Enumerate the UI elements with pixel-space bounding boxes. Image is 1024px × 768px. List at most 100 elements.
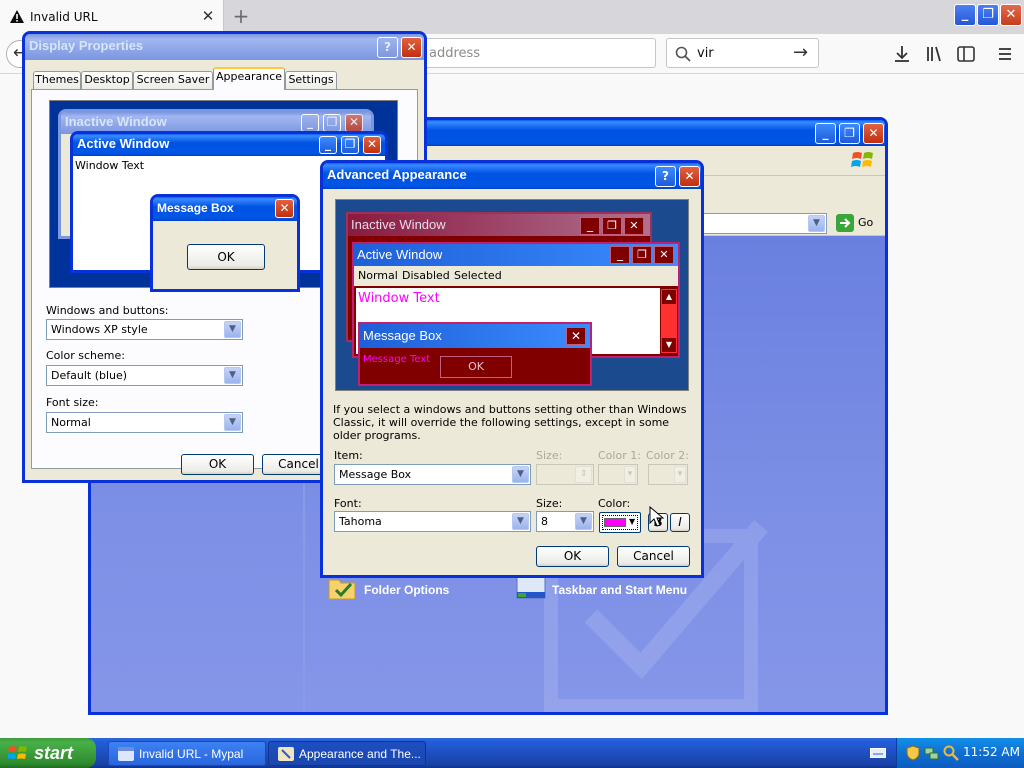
chevron-down-icon[interactable]: ▼ [512,466,529,483]
windows-buttons-value: Windows XP style [51,323,148,336]
item-value: Message Box [339,468,412,481]
explorer-minimize-button[interactable]: _ [815,123,836,144]
minimize-icon: _ [580,217,600,235]
browser-close-button[interactable]: ✕ [1000,4,1022,26]
tab-themes[interactable]: Themes [33,71,81,89]
folder-options-link[interactable]: Folder Options [364,583,449,597]
browser-tab[interactable]: Invalid URL ✕ [0,0,224,34]
sidebar-icon[interactable] [955,43,977,65]
font-color-picker[interactable]: ▼ [599,512,641,533]
taskbar-start-menu-link[interactable]: Taskbar and Start Menu [552,583,687,597]
adv-preview-message-title: Message Box [360,324,590,348]
explorer-maximize-button[interactable]: ❐ [839,123,860,144]
adv-preview-window-text: Window Text [358,291,440,306]
windows-buttons-select[interactable]: Windows XP style ▼ [46,319,243,340]
tab-close-button[interactable]: ✕ [200,7,216,25]
color-swatch [604,518,626,527]
preview-active-title: Active Window [73,134,385,156]
chevron-down-icon[interactable]: ▼ [224,321,241,338]
url-bar[interactable]: address [420,38,656,68]
display-properties-title: Display Properties [29,38,144,53]
maximize-icon: ❐ [323,114,341,132]
tab-screen-saver[interactable]: Screen Saver [133,71,213,89]
go-label[interactable]: Go [858,216,873,229]
close-icon: ✕ [275,199,294,218]
font-size-select[interactable]: Normal ▼ [46,412,243,433]
security-shield-icon[interactable] [905,745,921,761]
mouse-cursor-icon [649,506,665,527]
font-size-select[interactable]: 8 ▼ [536,511,594,532]
tab-appearance[interactable]: Appearance [213,67,285,90]
task-label: Appearance and The... [299,747,421,761]
task-invalid-url[interactable]: Invalid URL - Mypal [108,741,266,766]
browser-app-icon [118,747,134,761]
ok-button[interactable]: OK [536,546,609,567]
preview-ok-button: OK [187,244,265,270]
search-tray-icon[interactable] [943,745,959,761]
font-size-label: Size: [536,497,563,510]
chevron-down-icon[interactable]: ▼ [629,517,635,526]
chevron-down-icon: ▾ [674,466,686,483]
close-button[interactable]: ✕ [679,166,700,187]
ok-button[interactable]: OK [181,454,254,475]
cancel-button[interactable]: Cancel [617,546,690,567]
close-icon: ✕ [566,327,586,345]
size-label: Size: [536,449,563,462]
task-appearance-themes[interactable]: Appearance and The... [268,741,426,766]
keyboard-icon[interactable] [870,746,886,760]
menu-disabled: Disabled [402,269,450,282]
clock: 11:52 AM [963,745,1020,759]
download-icon[interactable] [891,43,913,65]
search-input[interactable]: vir [697,46,714,61]
menu-normal: Normal [358,269,398,282]
color-scheme-select[interactable]: Default (blue) ▼ [46,365,243,386]
minimize-icon: _ [610,246,630,264]
task-label: Invalid URL - Mypal [139,747,244,761]
chevron-down-icon[interactable]: ▼ [808,215,825,232]
windows-flag-icon [851,152,873,167]
italic-button[interactable]: I [670,513,690,532]
font-size-value: Normal [51,416,91,429]
minimize-icon: _ [301,114,319,132]
maximize-icon: ❐ [341,136,359,154]
windows-buttons-label: Windows and buttons: [46,304,169,317]
advanced-preview: Inactive Window _ ❐ ✕ Active Window _ ❐ … [335,199,689,391]
close-button[interactable]: ✕ [401,37,422,58]
new-tab-button[interactable]: + [232,4,250,28]
item-select[interactable]: Message Box ▼ [334,464,531,485]
tab-settings[interactable]: Settings [285,71,337,89]
chevron-down-icon[interactable]: ▼ [224,367,241,384]
minimize-icon: _ [319,136,337,154]
browser-minimize-button[interactable]: _ [954,4,976,26]
address-dropdown[interactable]: ▼ [691,213,827,234]
start-button[interactable]: start [0,738,96,768]
search-bar[interactable]: vir → [666,38,819,68]
explorer-close-button[interactable]: ✕ [863,123,884,144]
font-value: Tahoma [339,515,382,528]
network-icon[interactable] [924,745,940,761]
search-go-icon[interactable]: → [793,42,808,63]
library-icon[interactable] [923,43,945,65]
search-icon [675,46,691,62]
tab-desktop[interactable]: Desktop [81,71,133,89]
help-button[interactable]: ? [655,166,676,187]
chevron-down-icon: ▾ [624,466,636,483]
help-button[interactable]: ? [377,37,398,58]
browser-restore-button[interactable]: ❐ [977,4,999,26]
info-text: If you select a windows and buttons sett… [333,403,687,442]
go-arrow-icon[interactable] [836,214,854,232]
preview-window-text: Window Text [75,159,145,172]
preview-message-box: Message Box ✕ OK [150,194,300,292]
adv-preview-ok-button: OK [440,356,512,378]
color1-picker: ▾ [598,464,638,485]
chevron-down-icon[interactable]: ▼ [575,513,592,530]
font-size-value: 8 [541,515,548,528]
adv-preview-scrollbar: ▲ ▼ [660,288,678,354]
color2-label: Color 2: [646,449,689,462]
adv-preview-message-text: Message Text [363,354,431,365]
font-select[interactable]: Tahoma ▼ [334,511,531,532]
menu-icon[interactable] [994,43,1016,65]
close-icon: ✕ [363,136,381,154]
chevron-down-icon[interactable]: ▼ [224,414,241,431]
chevron-down-icon[interactable]: ▼ [512,513,529,530]
